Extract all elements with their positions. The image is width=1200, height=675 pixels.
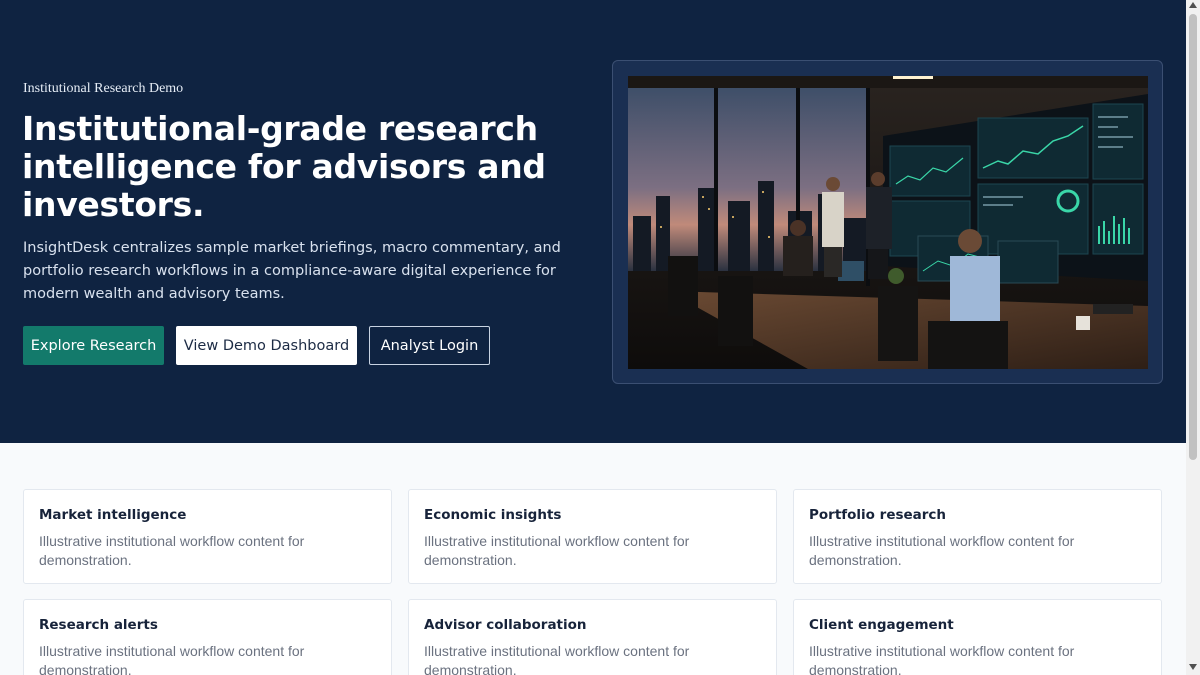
card-text: Illustrative institutional workflow cont… <box>39 643 305 675</box>
hero-section: Institutional Research Demo Institutiona… <box>0 0 1186 443</box>
feature-card: Research alerts Illustrative institution… <box>23 599 392 675</box>
card-text: Illustrative institutional workflow cont… <box>809 533 1075 568</box>
feature-card: Advisor collaboration Illustrative insti… <box>408 599 777 675</box>
hero-headline: Institutional-grade research intelligenc… <box>22 109 546 224</box>
view-demo-dashboard-button[interactable]: View Demo Dashboard <box>176 326 357 365</box>
hero-eyebrow: Institutional Research Demo <box>23 81 184 96</box>
analyst-login-button[interactable]: Analyst Login <box>369 326 490 365</box>
scrollbar-thumb[interactable] <box>1189 14 1197 460</box>
card-title: Market intelligence <box>39 507 187 523</box>
feature-card: Economic insights Illustrative instituti… <box>408 489 777 584</box>
card-title: Client engagement <box>809 617 954 633</box>
feature-card: Portfolio research Illustrative institut… <box>793 489 1162 584</box>
explore-research-button[interactable]: Explore Research <box>23 326 164 365</box>
card-title: Research alerts <box>39 617 158 633</box>
card-title: Portfolio research <box>809 507 947 523</box>
feature-card: Market intelligence Illustrative institu… <box>23 489 392 584</box>
feature-card: Client engagement Illustrative instituti… <box>793 599 1162 675</box>
card-title: Advisor collaboration <box>424 617 587 633</box>
card-text: Illustrative institutional workflow cont… <box>809 643 1075 675</box>
hero-lead: InsightDesk centralizes sample market br… <box>23 240 561 302</box>
hero-image-frame <box>612 60 1163 384</box>
card-text: Illustrative institutional workflow cont… <box>39 533 305 568</box>
office-trading-floor-image <box>628 76 1148 369</box>
scroll-down-icon[interactable] <box>1189 664 1197 670</box>
card-text: Illustrative institutional workflow cont… <box>424 533 690 568</box>
page-scrollbar[interactable] <box>1186 0 1200 675</box>
card-title: Economic insights <box>424 507 562 523</box>
scroll-up-icon[interactable] <box>1189 2 1197 8</box>
card-text: Illustrative institutional workflow cont… <box>424 643 690 675</box>
